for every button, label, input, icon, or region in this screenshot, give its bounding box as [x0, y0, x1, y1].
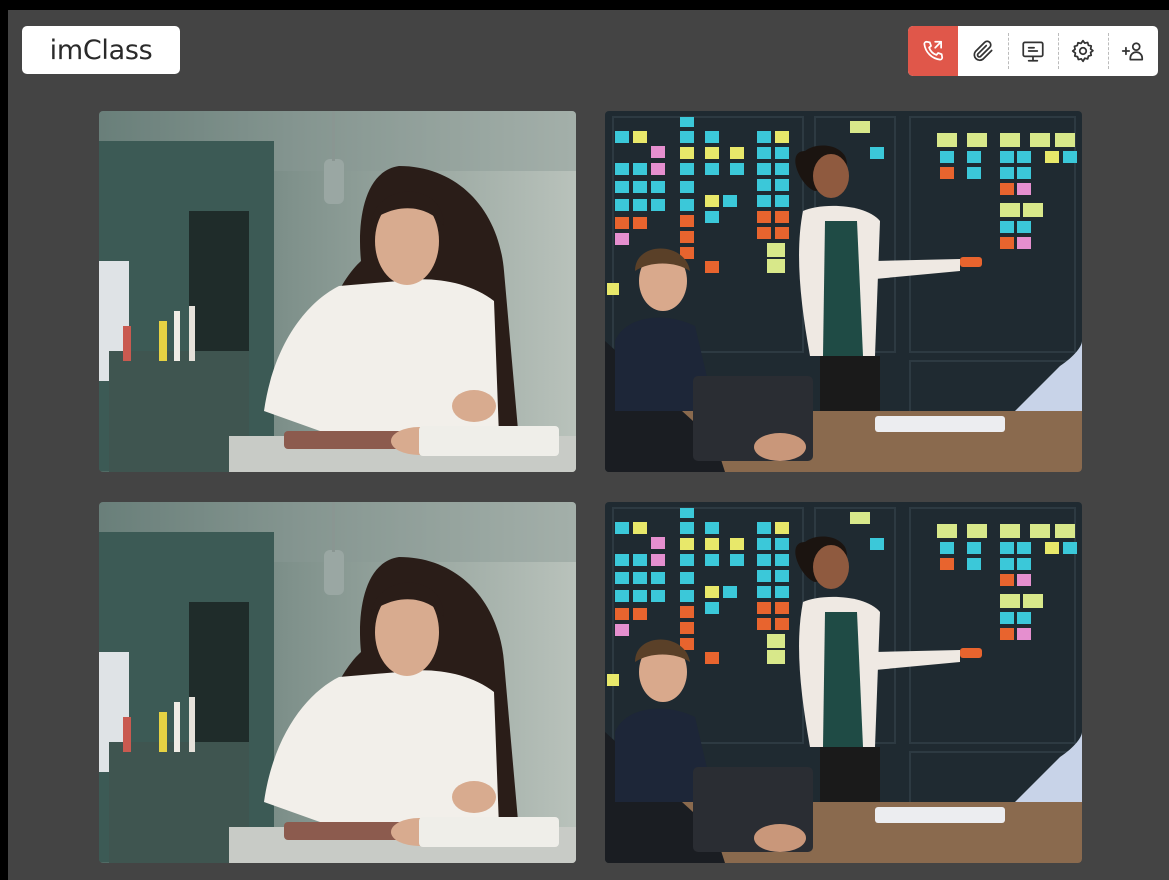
screen-share-icon: [1022, 41, 1044, 62]
paperclip-icon: [973, 40, 993, 62]
app-window: imClass: [8, 10, 1169, 880]
presenter-video-frame: [605, 111, 1082, 472]
call-button[interactable]: [908, 26, 958, 76]
screen-share-button[interactable]: [1008, 26, 1058, 76]
app-logo: imClass: [22, 26, 180, 74]
settings-gear-icon: [1071, 39, 1094, 63]
phone-call-icon: [923, 40, 944, 61]
call-toolbar: [908, 26, 1158, 76]
student-video-frame: [99, 111, 576, 472]
video-tile-student[interactable]: [99, 111, 576, 472]
add-participant-button[interactable]: [1108, 26, 1158, 76]
student-video-frame: [99, 502, 576, 863]
settings-button[interactable]: [1058, 26, 1108, 76]
video-tile-student[interactable]: [99, 502, 576, 863]
video-tile-presenter[interactable]: [605, 502, 1082, 863]
app-logo-text: imClass: [49, 34, 153, 66]
attach-file-button[interactable]: [958, 26, 1008, 76]
add-participant-icon: [1121, 42, 1144, 61]
video-tile-presenter[interactable]: [605, 111, 1082, 472]
presenter-video-frame: [605, 502, 1082, 863]
